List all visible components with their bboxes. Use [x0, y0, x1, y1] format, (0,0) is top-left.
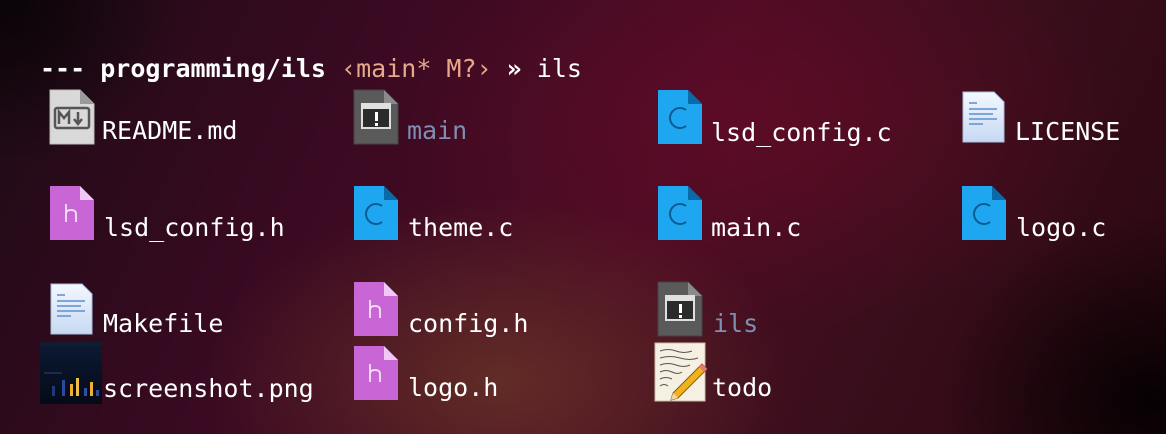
- file-name: main: [407, 116, 468, 145]
- file-name: lsd_config.c: [711, 118, 892, 147]
- markdown-file-icon: [48, 88, 96, 146]
- file-name: logo.c: [1016, 213, 1107, 242]
- file-name: Makefile: [103, 309, 224, 338]
- prompt-arrow: »: [506, 54, 522, 83]
- c-source-file-icon: [960, 184, 1008, 242]
- header-file-icon: [352, 344, 400, 402]
- prompt-command: ils: [536, 54, 582, 83]
- file-name: config.h: [408, 309, 529, 338]
- c-source-file-icon: [352, 184, 400, 242]
- file-name: lsd_config.h: [104, 213, 285, 242]
- file-name: main.c: [711, 213, 802, 242]
- header-file-icon: [48, 184, 96, 242]
- c-source-file-icon: [656, 184, 704, 242]
- file-name: todo: [712, 373, 773, 402]
- file-name: LICENSE: [1015, 117, 1121, 146]
- prompt-git-status: ‹main* M?›: [341, 54, 492, 83]
- file-name: ils: [713, 309, 759, 338]
- shell-prompt: --- programming/ils ‹main* M?› » ils: [40, 52, 582, 86]
- text-file-icon: [48, 280, 96, 338]
- header-file-icon: [352, 280, 400, 338]
- c-source-file-icon: [656, 88, 704, 146]
- notepad-pencil-icon: [654, 342, 708, 402]
- executable-file-icon: [656, 280, 704, 338]
- text-file-icon: [960, 88, 1008, 146]
- file-name: README.md: [102, 116, 238, 145]
- executable-file-icon: [352, 88, 400, 146]
- file-name: theme.c: [408, 213, 514, 242]
- prompt-dashes: ---: [40, 54, 86, 83]
- image-thumbnail-icon: [40, 342, 102, 404]
- file-name: screenshot.png: [103, 374, 314, 403]
- terminal-window: --- programming/ils ‹main* M?› » ils REA…: [0, 0, 1166, 434]
- file-name: logo.h: [408, 373, 499, 402]
- prompt-path: programming/ils: [100, 54, 326, 83]
